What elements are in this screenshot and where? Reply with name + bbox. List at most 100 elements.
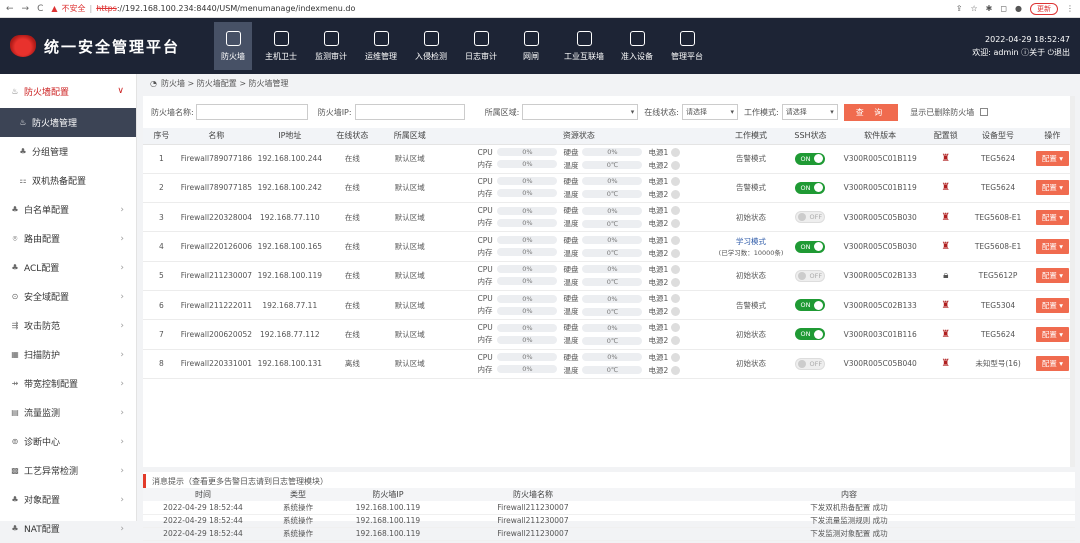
mem-bar: 0% bbox=[497, 335, 558, 344]
sidebar-item-15[interactable]: ♣ NAT配置 › bbox=[0, 514, 136, 543]
topnav-label: 防火墙 bbox=[221, 51, 245, 61]
topnav-label: 工业互联墙 bbox=[564, 51, 604, 61]
topnav-item-6[interactable]: 网闸 bbox=[512, 18, 550, 74]
config-lock-icon[interactable]: ♜ bbox=[941, 212, 950, 223]
sidebar-item-8[interactable]: ⇶ 攻击防范 › bbox=[0, 311, 136, 340]
query-button[interactable]: 查 询 bbox=[843, 103, 899, 121]
table-row[interactable]: 5 Firewall211230007 192.168.100.119 在线 默… bbox=[143, 261, 1075, 291]
topnav-item-1[interactable]: 主机卫士 bbox=[262, 18, 300, 74]
ssh-toggle[interactable]: ON bbox=[795, 240, 826, 253]
table-scrollbar[interactable] bbox=[1070, 96, 1075, 467]
config-lock: ♜ bbox=[925, 349, 967, 379]
topnav-label: 管理平台 bbox=[671, 51, 703, 61]
sidebar-item-0[interactable]: ♨ 防火墙配置 ∨ bbox=[0, 74, 136, 108]
config-button[interactable]: 配置 ▾ bbox=[1035, 326, 1069, 342]
menu-icon[interactable]: ⋮ bbox=[1066, 4, 1074, 13]
update-button[interactable]: 更新 bbox=[1030, 2, 1058, 15]
sidebar-item-14[interactable]: ♣ 对象配置 › bbox=[0, 485, 136, 514]
config-button[interactable]: 配置 ▾ bbox=[1035, 151, 1069, 167]
message-cell: 2022-04-29 18:52:44 bbox=[143, 527, 263, 541]
about-link[interactable]: ⓘ关于 bbox=[1021, 48, 1045, 57]
message-panel: 消息提示（查看更多告警日志请到日志管理模块） 时间 类型 防火墙IP 防火墙名称 内容 … bbox=[143, 472, 1075, 541]
topnav-item-2[interactable]: 监测审计 bbox=[312, 18, 350, 74]
ssh-toggle[interactable]: OFF bbox=[795, 211, 826, 224]
share-icon[interactable]: ⇪ bbox=[956, 4, 963, 13]
sidebar-item-6[interactable]: ♣ ACL配置 › bbox=[0, 253, 136, 282]
table-row[interactable]: 8 Firewall220331001 192.168.100.131 离线 默… bbox=[143, 349, 1075, 379]
disk-bar: 0% bbox=[582, 148, 643, 157]
profile-icon[interactable]: ● bbox=[1015, 4, 1022, 13]
ssh-toggle[interactable]: OFF bbox=[795, 269, 826, 282]
sidebar-item-4[interactable]: ♣ 白名单配置 › bbox=[0, 195, 136, 224]
show-deleted-checkbox[interactable] bbox=[980, 108, 989, 116]
topnav-item-0[interactable]: 防火墙 bbox=[214, 22, 252, 70]
table-row[interactable]: 7 Firewall200620052 192.168.77.112 在线 默认… bbox=[143, 319, 1075, 350]
config-button[interactable]: 配置 ▾ bbox=[1035, 268, 1069, 284]
ssh-toggle[interactable]: ON bbox=[795, 152, 826, 165]
sidebar-item-2[interactable]: ♣ 分组管理 bbox=[0, 137, 136, 166]
sidebar-item-12[interactable]: ⊚ 诊断中心 › bbox=[0, 427, 136, 456]
column-header: SSH状态 bbox=[785, 128, 836, 145]
zone-filter-select[interactable]: ▾ bbox=[522, 104, 639, 120]
config-lock-icon[interactable]: ♜ bbox=[941, 241, 950, 252]
column-header: 在线状态 bbox=[326, 128, 378, 145]
row-number: 1 bbox=[143, 144, 180, 174]
topnav-item-4[interactable]: 入侵检测 bbox=[412, 18, 450, 74]
config-lock-icon[interactable]: ♜ bbox=[941, 153, 950, 164]
config-button[interactable]: 配置 ▾ bbox=[1035, 239, 1069, 255]
forward-icon[interactable]: → bbox=[22, 4, 30, 14]
sidebar-item-5[interactable]: ⌾ 路由配置 › bbox=[0, 224, 136, 253]
topnav-item-9[interactable]: 管理平台 bbox=[668, 18, 706, 74]
config-button[interactable]: 配置 ▾ bbox=[1035, 209, 1069, 225]
message-column-header: 内容 bbox=[623, 488, 1075, 501]
table-row[interactable]: 1 Firewall789077186 192.168.100.244 在线 默… bbox=[143, 144, 1075, 174]
mode-link[interactable]: 学习模式 bbox=[716, 236, 786, 247]
ssh-toggle[interactable]: OFF bbox=[795, 357, 826, 370]
ip-filter-input[interactable] bbox=[354, 104, 465, 120]
config-lock-icon[interactable]: ♜ bbox=[941, 329, 950, 340]
reload-icon[interactable]: C bbox=[37, 4, 43, 14]
firewall-table: 序号 名称 IP地址 在线状态 所属区域 资源状态 工作模式 SSH状态 软件版本 配置锁 设备型号… bbox=[143, 128, 1075, 379]
config-button[interactable]: 配置 ▾ bbox=[1035, 297, 1069, 313]
table-row[interactable]: 3 Firewall220328004 192.168.77.110 在线 默认… bbox=[143, 202, 1075, 233]
topnav-item-8[interactable]: 准入设备 bbox=[618, 18, 656, 74]
device-model: 未知型号(16) bbox=[966, 349, 1030, 379]
topnav-item-3[interactable]: 运维管理 bbox=[362, 18, 400, 74]
config-lock-icon[interactable]: ♜ bbox=[941, 300, 950, 311]
back-icon[interactable]: ← bbox=[6, 4, 14, 14]
sidebar-item-10[interactable]: ⇸ 带宽控制配置 › bbox=[0, 369, 136, 398]
zone: 默认区域 bbox=[377, 144, 442, 174]
mode-filter-select[interactable]: 请选择 ▾ bbox=[781, 104, 838, 120]
power2-indicator bbox=[671, 219, 681, 229]
topnav-item-5[interactable]: 日志审计 bbox=[462, 18, 500, 74]
name-filter-input[interactable] bbox=[195, 104, 308, 120]
config-button[interactable]: 配置 ▾ bbox=[1035, 356, 1069, 372]
window-icon[interactable]: ◻ bbox=[1000, 4, 1007, 13]
config-lock-icon[interactable]: ♜ bbox=[941, 182, 950, 193]
ssh-toggle[interactable]: ON bbox=[795, 181, 826, 194]
sidebar-item-1[interactable]: ♨ 防火墙管理 bbox=[0, 108, 136, 137]
ssh-toggle[interactable]: ON bbox=[795, 299, 826, 312]
table-row[interactable]: 4 Firewall220126006 192.168.100.165 在线 默… bbox=[143, 231, 1075, 262]
online-filter-select[interactable]: 请选择 ▾ bbox=[682, 104, 738, 120]
star-icon[interactable]: ☆ bbox=[971, 4, 978, 13]
logout-link[interactable]: ⏻退出 bbox=[1048, 48, 1070, 57]
device-model: TEG5304 bbox=[966, 290, 1030, 321]
app-header: 统一安全管理平台 防火墙 主机卫士 监测审计 运维管理 入侵检测 日志审计 网闸 工业互联墙 准… bbox=[0, 18, 1080, 74]
url-bar[interactable]: ://192.168.100.234:8440/USM/menumanage/i… bbox=[117, 4, 356, 13]
table-row[interactable]: 2 Firewall789077185 192.168.100.242 在线 默… bbox=[143, 173, 1075, 204]
config-lock: 🔒︎ bbox=[925, 261, 967, 291]
sidebar-item-7[interactable]: ⊙ 安全域配置 › bbox=[0, 282, 136, 311]
config-lock-icon[interactable]: ♜ bbox=[941, 358, 950, 369]
sidebar-item-3[interactable]: ⚏ 双机热备配置 bbox=[0, 166, 136, 195]
lock-icon[interactable]: 🔒︎ bbox=[943, 270, 948, 281]
sidebar-item-11[interactable]: ▤ 流量监测 › bbox=[0, 398, 136, 427]
extension-icon[interactable]: ✱ bbox=[986, 4, 993, 13]
table-row[interactable]: 6 Firewall211222011 192.168.77.11 在线 默认区… bbox=[143, 290, 1075, 321]
ssh-toggle[interactable]: ON bbox=[795, 328, 826, 341]
sidebar-item-9[interactable]: ▦ 扫描防护 › bbox=[0, 340, 136, 369]
column-header: 软件版本 bbox=[835, 128, 926, 145]
config-button[interactable]: 配置 ▾ bbox=[1035, 180, 1069, 196]
topnav-item-7[interactable]: 工业互联墙 bbox=[562, 18, 606, 74]
sidebar-item-13[interactable]: ▩ 工艺异常检测 › bbox=[0, 456, 136, 485]
